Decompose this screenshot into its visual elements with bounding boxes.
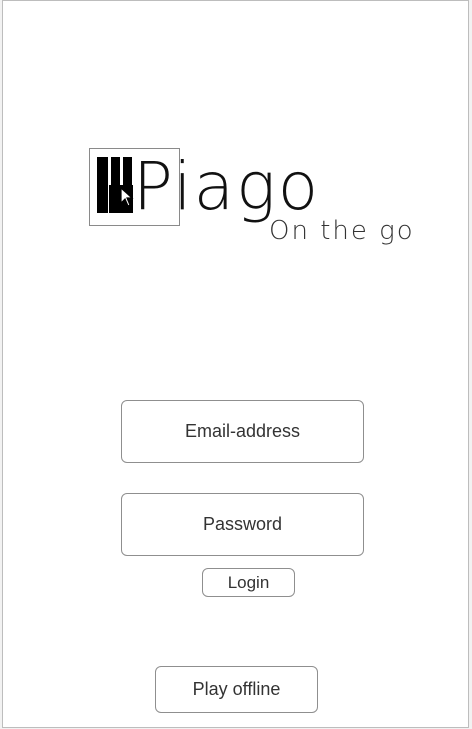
email-field-label: Email-address bbox=[184, 421, 301, 441]
mouse-cursor-icon bbox=[120, 187, 134, 207]
brand-tagline: On the go bbox=[269, 216, 415, 246]
play-offline-button-label: Play offline bbox=[192, 679, 281, 699]
login-button-label: Login bbox=[227, 572, 270, 592]
login-button[interactable]: Login bbox=[202, 568, 295, 597]
email-field[interactable]: Email-address bbox=[121, 400, 364, 463]
password-field[interactable]: Password bbox=[121, 493, 364, 556]
password-field-label: Password bbox=[202, 514, 283, 534]
play-offline-button[interactable]: Play offline bbox=[155, 666, 318, 713]
app-screen: Piago On the go Email-address Password L… bbox=[2, 0, 469, 728]
